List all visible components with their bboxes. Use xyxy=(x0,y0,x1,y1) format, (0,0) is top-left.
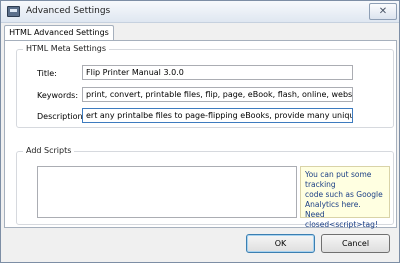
tab-html-advanced-settings[interactable]: HTML Advanced Settings xyxy=(4,25,114,41)
add-scripts-group: Add Scripts You can put some tracking co… xyxy=(16,146,394,229)
app-window-icon xyxy=(7,6,20,17)
advanced-settings-dialog: Advanced Settings ✕ HTML Advanced Settin… xyxy=(0,0,400,263)
add-scripts-legend: Add Scripts xyxy=(23,146,75,156)
hint-line: Analytics here. xyxy=(305,200,361,209)
cancel-button[interactable]: Cancel xyxy=(321,234,390,253)
html-meta-settings-legend: HTML Meta Settings xyxy=(23,44,110,54)
title-input[interactable]: Flip Printer Manual 3.0.0 xyxy=(82,65,353,80)
title-bar[interactable]: Advanced Settings ✕ xyxy=(1,1,399,23)
description-label: Description: xyxy=(37,112,86,121)
keywords-input[interactable]: print, convert, printable files, flip, p… xyxy=(82,87,353,102)
hint-line: code such as Google xyxy=(305,190,383,199)
close-icon: ✕ xyxy=(378,6,388,17)
hint-line: You can put some tracking xyxy=(305,170,372,189)
keywords-label: Keywords: xyxy=(37,91,79,100)
ok-button[interactable]: OK xyxy=(246,234,315,253)
html-meta-settings-group: HTML Meta Settings Title: Flip Printer M… xyxy=(16,44,394,128)
tab-panel: HTML Meta Settings Title: Flip Printer M… xyxy=(4,40,397,229)
window-title: Advanced Settings xyxy=(26,6,111,16)
scripts-textarea[interactable] xyxy=(37,166,297,218)
title-label: Title: xyxy=(37,69,57,78)
close-button[interactable]: ✕ xyxy=(369,3,397,20)
description-input[interactable]: ert any printalbe files to page-flipping… xyxy=(82,108,353,123)
hint-line: Need closed<script>tag! xyxy=(305,210,378,229)
scripts-hint: You can put some tracking code such as G… xyxy=(300,166,390,229)
